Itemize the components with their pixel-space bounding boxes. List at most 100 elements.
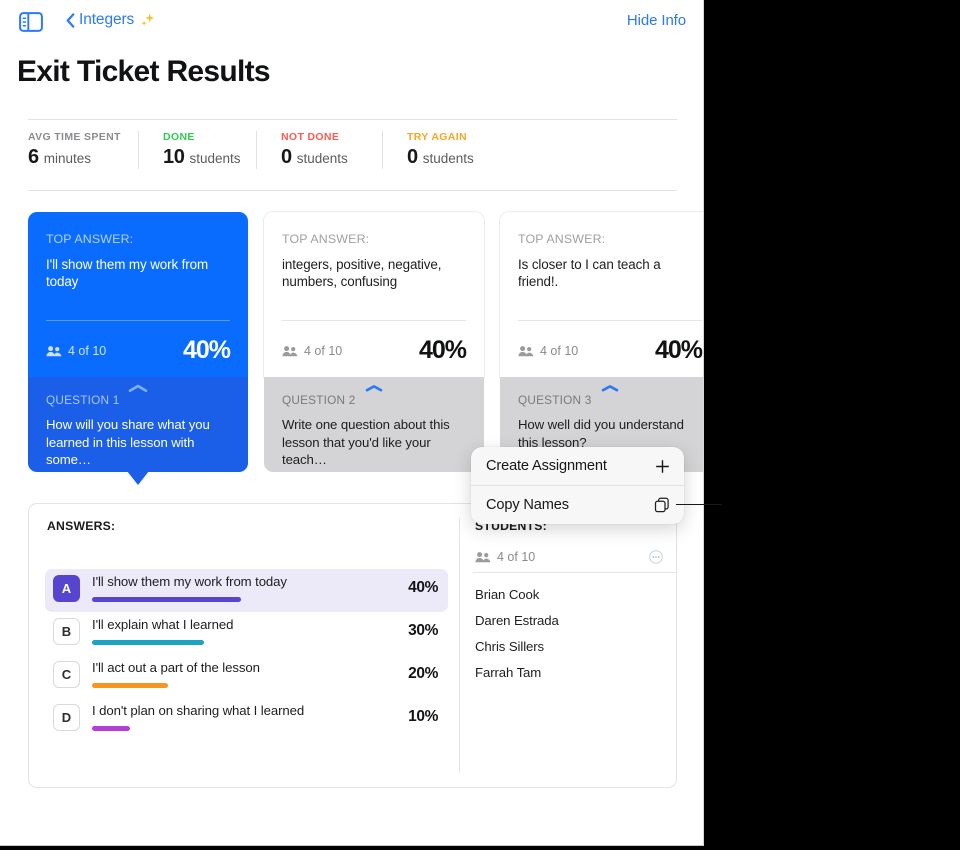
stat-unit: students	[189, 151, 240, 166]
divider-bottom	[28, 190, 677, 191]
plus-icon	[655, 459, 670, 474]
chevron-up-icon[interactable]	[127, 383, 149, 394]
card-meta: 4 of 10 40%	[518, 336, 702, 365]
summary-stats: AVG TIME SPENT 6 minutes DONE 10 student…	[28, 131, 502, 169]
question-card-2[interactable]: TOP ANSWER: integers, positive, negative…	[264, 212, 484, 472]
answer-text: I'll explain what I learned	[92, 617, 396, 633]
people-icon	[475, 551, 491, 563]
menu-item-copy-names[interactable]: Copy Names	[471, 486, 684, 524]
chevron-up-icon[interactable]	[599, 383, 621, 394]
question-label: QUESTION 1	[46, 393, 230, 407]
list-item[interactable]: Brian Cook	[475, 582, 665, 608]
back-button[interactable]: Integers	[66, 11, 155, 29]
question-card-3[interactable]: TOP ANSWER: Is closer to I can teach a f…	[500, 212, 704, 472]
question-card-footer[interactable]: QUESTION 1 How will you share what you l…	[28, 377, 248, 472]
top-answer-label: TOP ANSWER:	[46, 232, 230, 246]
list-item[interactable]: Farrah Tam	[475, 660, 665, 686]
more-circle-icon[interactable]	[649, 550, 663, 564]
card-count-text: 4 of 10	[540, 344, 578, 358]
people-icon	[282, 345, 298, 357]
question-label: QUESTION 2	[282, 393, 466, 407]
question-text: How will you share what you learned in t…	[46, 416, 230, 469]
card-divider	[282, 320, 466, 321]
question-card-footer[interactable]: QUESTION 2 Write one question about this…	[264, 377, 484, 472]
answer-percent: 40%	[396, 573, 438, 597]
top-navigation-bar: Integers Hide Info	[0, 0, 704, 44]
answer-row[interactable]: B I'll explain what I learned 30%	[45, 612, 448, 655]
card-pointer	[127, 471, 149, 485]
answer-letter-badge: D	[53, 704, 80, 731]
question-card-body: TOP ANSWER: Is closer to I can teach a f…	[500, 212, 704, 377]
menu-item-label: Copy Names	[486, 497, 569, 513]
answers-list: A I'll show them my work from today 40% …	[45, 569, 448, 741]
card-percent: 40%	[655, 336, 702, 365]
sparkles-icon	[140, 12, 155, 28]
app-surface: Integers Hide Info Exit Ticket Results A…	[0, 0, 704, 846]
card-meta: 4 of 10 40%	[46, 336, 230, 365]
answer-text: I'll act out a part of the lesson	[92, 660, 396, 676]
stat-try-again: TRY AGAIN 0 students	[382, 131, 502, 169]
answer-bar	[92, 597, 241, 602]
card-divider	[518, 320, 702, 321]
people-icon	[46, 345, 62, 357]
answers-header: ANSWERS:	[47, 519, 115, 533]
menu-item-create-assignment[interactable]: Create Assignment	[471, 447, 684, 485]
callout-connector-line	[676, 504, 722, 505]
stat-value: 10	[163, 146, 184, 169]
answer-percent: 20%	[396, 659, 438, 683]
stat-unit: students	[423, 151, 474, 166]
stat-label: DONE	[163, 131, 244, 143]
list-item[interactable]: Chris Sillers	[475, 634, 665, 660]
answer-bar	[92, 726, 130, 731]
answer-letter-badge: A	[53, 575, 80, 602]
stat-label: AVG TIME SPENT	[28, 131, 126, 143]
question-label: QUESTION 3	[518, 393, 702, 407]
stat-label: NOT DONE	[281, 131, 370, 143]
top-answer-text: Is closer to I can teach a friend!.	[518, 256, 702, 290]
stat-unit: students	[297, 151, 348, 166]
question-card-1[interactable]: TOP ANSWER: I'll show them my work from …	[28, 212, 248, 472]
answer-letter-badge: B	[53, 618, 80, 645]
question-card-body: TOP ANSWER: I'll show them my work from …	[28, 212, 248, 377]
copy-icon	[654, 497, 670, 513]
stat-done: DONE 10 students	[138, 131, 256, 169]
answer-percent: 30%	[396, 616, 438, 640]
answer-text: I don't plan on sharing what I learned	[92, 703, 396, 719]
context-menu: Create Assignment Copy Names	[471, 447, 684, 524]
students-count-text: 4 of 10	[497, 550, 535, 564]
top-answer-text: integers, positive, negative, numbers, c…	[282, 256, 466, 290]
results-panel: ANSWERS: A I'll show them my work from t…	[28, 503, 677, 788]
people-icon	[518, 345, 534, 357]
students-meta: 4 of 10	[475, 550, 663, 564]
top-answer-label: TOP ANSWER:	[518, 232, 702, 246]
card-count-text: 4 of 10	[304, 344, 342, 358]
panel-divider	[459, 518, 460, 773]
question-text: Write one question about this lesson tha…	[282, 416, 466, 469]
stat-value: 0	[407, 146, 418, 169]
chevron-left-icon	[66, 13, 75, 28]
stat-unit: minutes	[44, 151, 91, 166]
stat-avg-time-spent: AVG TIME SPENT 6 minutes	[28, 131, 138, 169]
stat-value: 6	[28, 146, 39, 169]
answer-letter-badge: C	[53, 661, 80, 688]
top-answer-text: I'll show them my work from today	[46, 256, 230, 290]
sidebar-toggle-glyph	[19, 12, 43, 32]
answer-percent: 10%	[396, 702, 438, 726]
students-list: Brian Cook Daren Estrada Chris Sillers F…	[475, 582, 665, 686]
stat-value: 0	[281, 146, 292, 169]
sidebar-toggle-icon[interactable]	[19, 12, 43, 32]
question-card-body: TOP ANSWER: integers, positive, negative…	[264, 212, 484, 377]
chevron-up-icon[interactable]	[363, 383, 385, 394]
card-percent: 40%	[419, 336, 466, 365]
card-count-text: 4 of 10	[68, 344, 106, 358]
hide-info-button[interactable]: Hide Info	[627, 12, 686, 29]
divider-top	[28, 119, 677, 120]
answer-row[interactable]: A I'll show them my work from today 40%	[45, 569, 448, 612]
card-divider	[46, 320, 230, 321]
stat-not-done: NOT DONE 0 students	[256, 131, 382, 169]
list-item[interactable]: Daren Estrada	[475, 608, 665, 634]
answer-row[interactable]: D I don't plan on sharing what I learned…	[45, 698, 448, 741]
page-title: Exit Ticket Results	[17, 55, 270, 89]
card-meta: 4 of 10 40%	[282, 336, 466, 365]
answer-row[interactable]: C I'll act out a part of the lesson 20%	[45, 655, 448, 698]
